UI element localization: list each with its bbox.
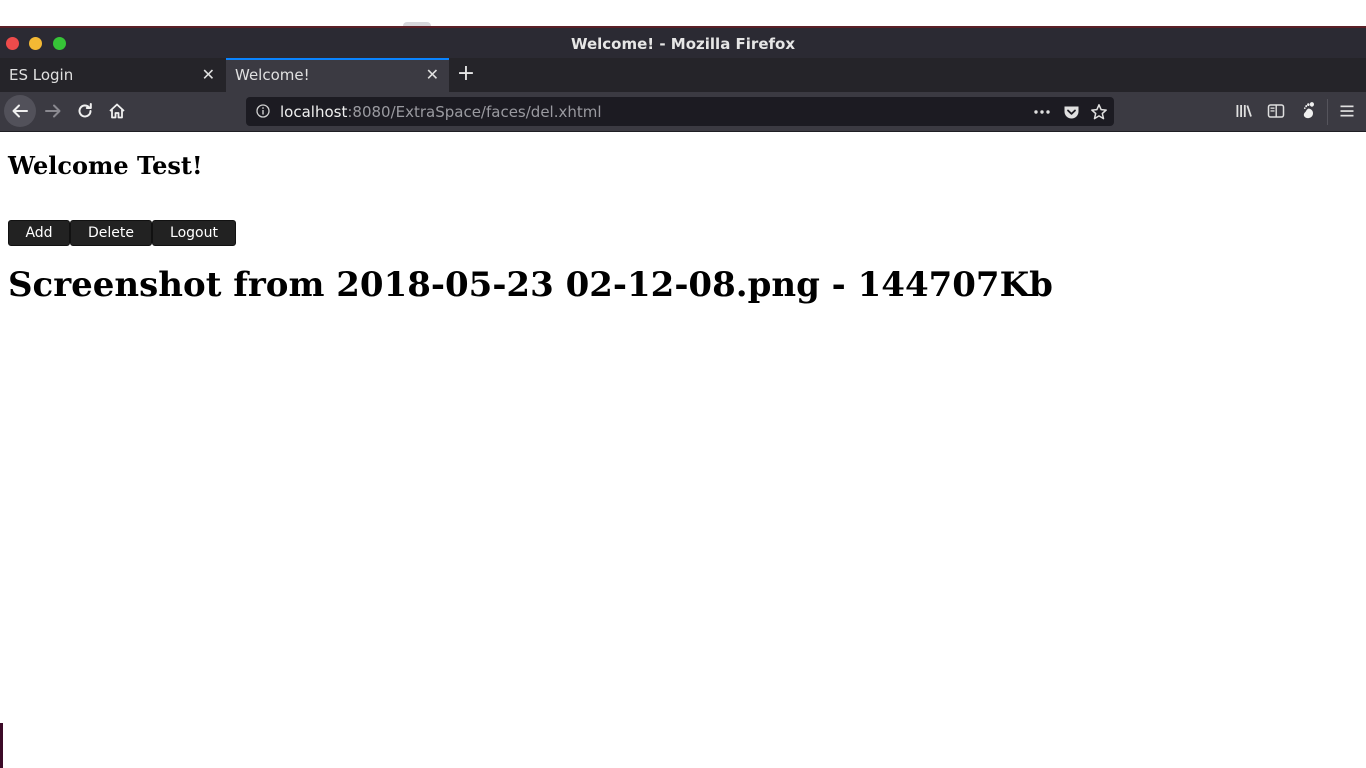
tab-strip: ES Login ✕ Welcome! ✕ + bbox=[0, 58, 1366, 92]
url-bar[interactable]: localhost:8080/ExtraSpace/faces/del.xhtm… bbox=[246, 97, 1114, 126]
pocket-icon bbox=[1064, 106, 1078, 119]
gnome-foot-icon bbox=[1303, 102, 1314, 119]
window-titlebar: Welcome! - Mozilla Firefox bbox=[0, 28, 1366, 58]
window-title: Welcome! - Mozilla Firefox bbox=[570, 35, 796, 53]
close-tab-icon[interactable]: ✕ bbox=[202, 65, 215, 84]
add-button[interactable]: Add bbox=[8, 220, 70, 246]
open-menu-button[interactable] bbox=[1337, 101, 1357, 121]
desktop-top-strip bbox=[0, 0, 1366, 28]
welcome-heading: Welcome Test! bbox=[8, 151, 203, 180]
navigation-toolbar: localhost:8080/ExtraSpace/faces/del.xhtm… bbox=[0, 92, 1366, 132]
forward-arrow-icon bbox=[45, 104, 61, 118]
logout-button[interactable]: Logout bbox=[152, 220, 236, 246]
back-button[interactable] bbox=[4, 95, 36, 127]
forward-button[interactable] bbox=[38, 96, 68, 126]
library-button[interactable] bbox=[1234, 101, 1254, 121]
home-icon bbox=[109, 103, 125, 119]
tab-label: ES Login bbox=[9, 66, 74, 84]
tab-welcome[interactable]: Welcome! ✕ bbox=[226, 58, 449, 92]
new-tab-button[interactable]: + bbox=[455, 61, 477, 87]
reload-icon bbox=[78, 103, 92, 118]
info-icon[interactable] bbox=[256, 104, 270, 118]
bookmark-button[interactable] bbox=[1089, 102, 1109, 122]
more-dots-icon bbox=[1034, 110, 1050, 114]
reload-button[interactable] bbox=[70, 96, 100, 126]
star-icon bbox=[1091, 104, 1107, 120]
hamburger-menu-icon bbox=[1340, 105, 1354, 117]
pocket-button[interactable] bbox=[1061, 102, 1081, 122]
sidebar-button[interactable] bbox=[1266, 101, 1286, 121]
back-arrow-icon bbox=[12, 104, 28, 118]
gnome-extension-button[interactable] bbox=[1298, 101, 1318, 121]
toolbar-separator bbox=[1327, 99, 1328, 125]
url-path: :8080/ExtraSpace/faces/del.xhtml bbox=[347, 103, 602, 121]
delete-button[interactable]: Delete bbox=[70, 220, 152, 246]
url-text[interactable]: localhost:8080/ExtraSpace/faces/del.xhtm… bbox=[280, 103, 602, 121]
page-content: Welcome Test! Add Delete Logout Screensh… bbox=[0, 132, 1366, 768]
file-entry-heading: Screenshot from 2018-05-23 02-12-08.png … bbox=[8, 265, 1053, 305]
tab-label: Welcome! bbox=[235, 66, 310, 84]
desktop-corner-edge bbox=[0, 723, 3, 768]
close-tab-icon[interactable]: ✕ bbox=[426, 65, 439, 84]
tab-es-login[interactable]: ES Login ✕ bbox=[0, 58, 225, 92]
sidebar-icon bbox=[1267, 104, 1285, 118]
url-host: localhost bbox=[280, 103, 348, 121]
library-icon bbox=[1236, 105, 1252, 117]
page-actions-button[interactable] bbox=[1032, 102, 1052, 122]
home-button[interactable] bbox=[102, 96, 132, 126]
